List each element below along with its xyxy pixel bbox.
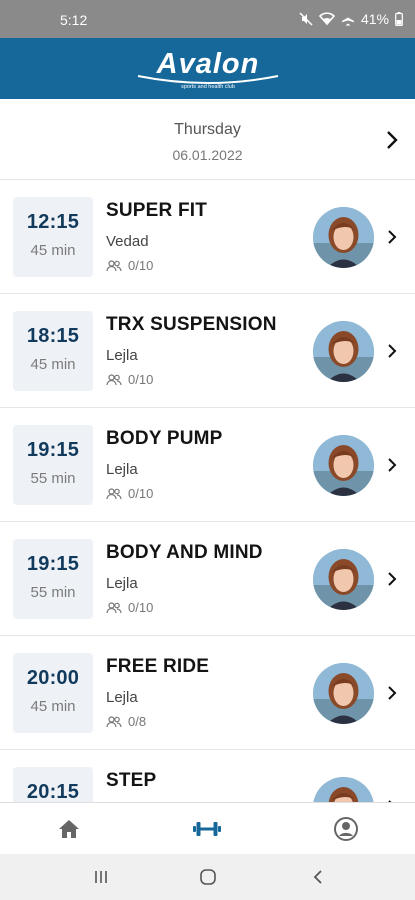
date-day: Thursday xyxy=(174,121,241,138)
recent-apps-button[interactable] xyxy=(89,866,113,888)
back-icon xyxy=(313,870,322,884)
class-row[interactable]: 19:15 55 min BODY PUMP Lejla 0/10 xyxy=(0,408,415,522)
avalon-logo: Avalon sports and health club xyxy=(137,48,279,90)
date-value: 06.01.2022 xyxy=(172,147,243,163)
class-time: 19:15 xyxy=(26,553,80,575)
coach-avatar xyxy=(313,777,374,802)
coach-name: Vedad xyxy=(106,233,149,250)
class-time: 18:15 xyxy=(26,325,80,347)
next-day-chevron-icon[interactable] xyxy=(383,129,401,151)
capacity-count: 0/10 xyxy=(128,258,154,273)
class-duration: 45 min xyxy=(30,698,76,715)
capacity-count: 0/8 xyxy=(128,714,147,729)
class-name: STEP xyxy=(106,770,157,791)
app-header: Avalon sports and health club xyxy=(0,38,415,99)
time-box: 19:15 55 min xyxy=(13,425,93,505)
date-header: Thursday 06.01.2022 xyxy=(0,99,415,180)
time-box: 18:15 45 min xyxy=(13,311,93,391)
time-box: 20:00 45 min xyxy=(13,653,93,733)
nav-workouts-button[interactable] xyxy=(192,815,222,843)
svg-text:Avalon: Avalon xyxy=(156,48,260,80)
capacity: 0/10 xyxy=(106,258,153,273)
class-name: FREE RIDE xyxy=(106,656,210,677)
coach-name: Lejla xyxy=(106,575,138,592)
coach-avatar xyxy=(313,549,374,610)
mute-icon xyxy=(299,12,313,26)
system-back-button[interactable] xyxy=(306,866,330,888)
class-time: 12:15 xyxy=(26,211,80,233)
people-icon xyxy=(106,601,122,613)
capacity: 0/8 xyxy=(106,714,146,729)
class-row[interactable]: 20:00 45 min FREE RIDE Lejla 0/8 xyxy=(0,636,415,750)
class-time: 19:15 xyxy=(26,439,80,461)
class-time: 20:15 xyxy=(26,781,80,802)
time-box: 19:15 55 min xyxy=(13,539,93,619)
people-icon xyxy=(106,259,122,271)
coach-avatar xyxy=(313,321,374,382)
status-time: 5:12 xyxy=(60,12,88,28)
chevron-right-icon[interactable] xyxy=(385,456,399,474)
nav-home-button[interactable] xyxy=(54,815,84,843)
svg-text:sports and health club: sports and health club xyxy=(181,84,235,90)
capacity: 0/10 xyxy=(106,372,153,387)
profile-icon xyxy=(334,817,358,841)
capacity: 0/10 xyxy=(106,486,153,501)
status-bar: 5:12 41% xyxy=(0,0,415,38)
home-icon xyxy=(59,820,79,838)
dumbbell-icon xyxy=(193,822,221,836)
wifi-icon xyxy=(318,12,335,26)
capacity: 0/10 xyxy=(106,600,153,615)
battery-icon xyxy=(395,12,403,26)
class-duration: 55 min xyxy=(30,584,76,601)
nav-profile-button[interactable] xyxy=(331,815,361,843)
coach-name: Lejla xyxy=(106,461,138,478)
chevron-right-icon[interactable] xyxy=(385,684,399,702)
class-name: BODY PUMP xyxy=(106,428,223,449)
coach-name: Lejla xyxy=(106,689,138,706)
class-duration: 45 min xyxy=(30,356,76,373)
people-icon xyxy=(106,715,122,727)
coach-name: Lejla xyxy=(106,347,138,364)
class-list[interactable]: 12:15 45 min SUPER FIT Vedad 0/10 18:15 … xyxy=(0,180,415,802)
class-name: SUPER FIT xyxy=(106,200,208,221)
status-icons: 41% xyxy=(299,11,403,27)
battery-text: 41% xyxy=(360,11,389,27)
capacity-count: 0/10 xyxy=(128,372,154,387)
coach-avatar xyxy=(313,435,374,496)
capacity-count: 0/10 xyxy=(128,486,154,501)
class-row[interactable]: 20:15 STEP xyxy=(0,750,415,802)
system-home-button[interactable] xyxy=(196,866,220,888)
class-row[interactable]: 12:15 45 min SUPER FIT Vedad 0/10 xyxy=(0,180,415,294)
home-circle-icon xyxy=(200,869,216,885)
time-box: 12:15 45 min xyxy=(13,197,93,277)
class-row[interactable]: 18:15 45 min TRX SUSPENSION Lejla 0/10 xyxy=(0,294,415,408)
class-row[interactable]: 19:15 55 min BODY AND MIND Lejla 0/10 xyxy=(0,522,415,636)
chevron-right-icon[interactable] xyxy=(385,570,399,588)
system-nav-bar xyxy=(0,854,415,900)
class-duration: 45 min xyxy=(30,242,76,259)
coach-avatar xyxy=(313,207,374,268)
capacity-count: 0/10 xyxy=(128,600,154,615)
class-name: TRX SUSPENSION xyxy=(106,314,277,335)
coach-avatar xyxy=(313,663,374,724)
chevron-right-icon[interactable] xyxy=(385,342,399,360)
people-icon xyxy=(106,373,122,385)
people-icon xyxy=(106,487,122,499)
class-time: 20:00 xyxy=(26,667,80,689)
chevron-right-icon[interactable] xyxy=(385,228,399,246)
class-name: BODY AND MIND xyxy=(106,542,263,563)
time-box: 20:15 xyxy=(13,767,93,802)
bottom-nav xyxy=(0,802,415,854)
class-duration: 55 min xyxy=(30,470,76,487)
airplane-icon xyxy=(341,12,355,26)
recent-apps-icon xyxy=(95,871,107,883)
